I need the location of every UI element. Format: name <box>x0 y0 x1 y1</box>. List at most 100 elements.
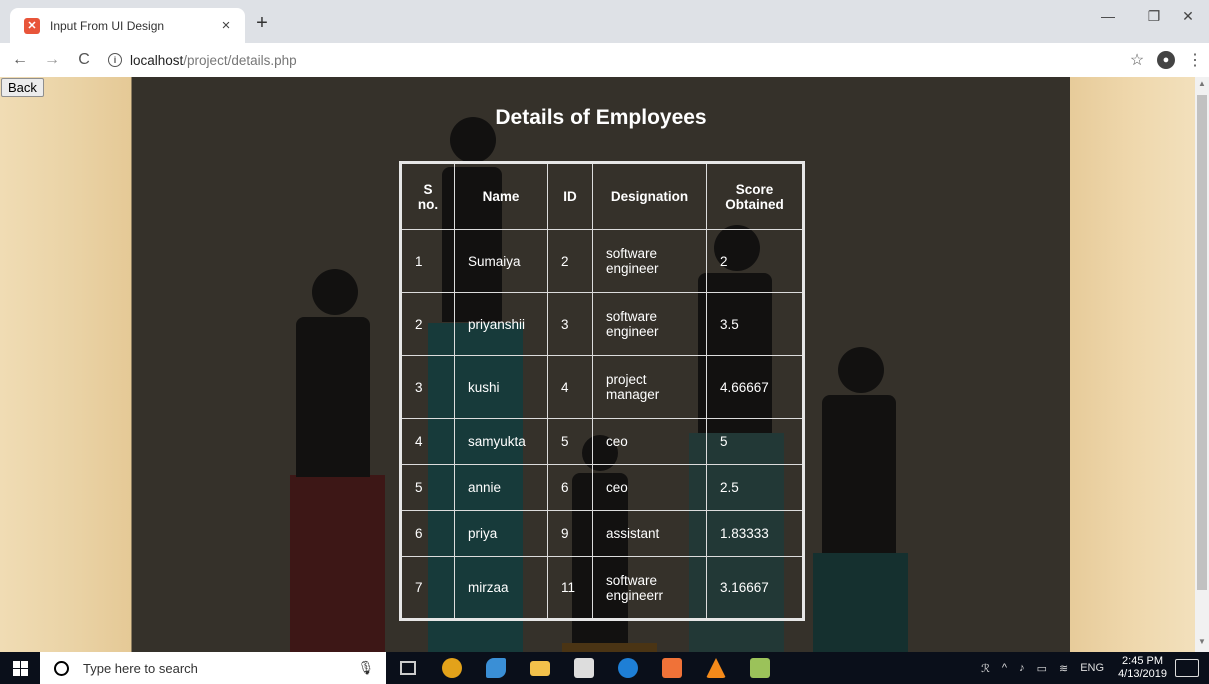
cell-designation: assistant <box>592 510 707 557</box>
cell-designation: ceo <box>592 464 707 511</box>
cell-score: 4.66667 <box>706 355 804 419</box>
volume-icon[interactable]: ♪ <box>1019 662 1025 674</box>
minimize-button[interactable]: — <box>1085 8 1131 24</box>
employees-table: S no. Name ID Designation Score Obtained… <box>399 161 805 621</box>
cell-designation: software engineerr <box>592 556 707 620</box>
edge-icon <box>618 658 638 678</box>
cell-id: 11 <box>547 556 593 620</box>
column-header-sno: S no. <box>400 162 455 230</box>
column-header-score: Score Obtained <box>706 162 804 230</box>
column-header-designation: Designation <box>592 162 707 230</box>
battery-icon[interactable]: ▭ <box>1037 662 1047 675</box>
cell-name: Sumaiya <box>454 229 548 293</box>
vlc-icon <box>706 658 726 678</box>
wifi-icon[interactable]: ≋ <box>1059 662 1068 675</box>
table-row: 2 priyanshii 3 software engineer 3.5 <box>400 292 804 356</box>
cell-id: 3 <box>547 292 593 356</box>
site-info-icon[interactable]: i <box>108 53 122 67</box>
language-indicator[interactable]: ENG <box>1080 662 1104 674</box>
cell-id: 2 <box>547 229 593 293</box>
url-host: localhost <box>130 52 184 68</box>
cell-id: 4 <box>547 355 593 419</box>
column-header-id: ID <box>547 162 593 230</box>
address-bar[interactable]: i localhost/project/details.php <box>108 47 297 73</box>
store-icon <box>574 658 594 678</box>
xampp-button[interactable] <box>650 652 694 684</box>
cell-designation: project manager <box>592 355 707 419</box>
windows-logo-icon <box>12 660 28 676</box>
cell-sno: 1 <box>400 229 455 293</box>
scroll-down-icon[interactable]: ▼ <box>1195 637 1209 646</box>
page-title: Details of Employees <box>495 106 707 129</box>
tab-close-icon[interactable]: × <box>217 17 235 34</box>
back-nav-icon[interactable]: ← <box>8 51 32 69</box>
cell-name: priyanshii <box>454 292 548 356</box>
cell-sno: 7 <box>400 556 455 620</box>
browser-menu-icon[interactable]: ⋮ <box>1181 50 1209 70</box>
action-center-icon[interactable] <box>1175 659 1199 677</box>
reload-icon[interactable]: C <box>72 51 96 69</box>
system-tray: ℛ ^ ♪ ▭ ≋ ENG 2:45 PM 4/13/2019 <box>975 652 1209 684</box>
forward-nav-icon[interactable]: → <box>40 51 64 69</box>
cell-sno: 3 <box>400 355 455 419</box>
podium-red <box>290 475 385 652</box>
task-view-icon <box>400 661 416 675</box>
cell-name: samyukta <box>454 418 548 465</box>
cell-score: 5 <box>706 418 804 465</box>
profile-avatar-icon[interactable]: ● <box>1157 51 1175 69</box>
cell-name: priya <box>454 510 548 557</box>
clock[interactable]: 2:45 PM 4/13/2019 <box>1118 655 1167 681</box>
cell-id: 9 <box>547 510 593 557</box>
microphone-icon[interactable]: 🎙 <box>357 660 374 676</box>
app-icon <box>486 658 506 678</box>
figure-body <box>296 317 370 477</box>
page-viewport: Back Details of Employees S no. Name ID … <box>0 77 1195 652</box>
cell-score: 1.83333 <box>706 510 804 557</box>
show-hidden-icons-icon[interactable]: ^ <box>1002 662 1007 674</box>
scrollbar-thumb[interactable] <box>1197 95 1207 590</box>
cell-sno: 5 <box>400 464 455 511</box>
chrome-icon <box>442 658 462 678</box>
cell-designation: ceo <box>592 418 707 465</box>
podium-gold <box>562 643 657 652</box>
people-icon[interactable]: ℛ <box>981 662 990 675</box>
cell-id: 5 <box>547 418 593 465</box>
column-header-name: Name <box>454 162 548 230</box>
cell-sno: 2 <box>400 292 455 356</box>
scroll-up-icon[interactable]: ▲ <box>1195 79 1209 88</box>
cell-score: 3.16667 <box>706 556 804 620</box>
cell-name: mirzaa <box>454 556 548 620</box>
cell-sno: 4 <box>400 418 455 465</box>
chrome-taskbar-button[interactable] <box>430 652 474 684</box>
xampp-favicon-icon: ✕ <box>24 17 40 34</box>
table-row: 7 mirzaa 11 software engineerr 3.16667 <box>400 556 804 620</box>
store-button[interactable] <box>562 652 606 684</box>
browser-tab[interactable]: ✕ Input From UI Design × <box>10 8 245 43</box>
close-window-button[interactable]: ✕ <box>1165 8 1209 25</box>
edge-button[interactable] <box>606 652 650 684</box>
cell-score: 3.5 <box>706 292 804 356</box>
cell-designation: software engineer <box>592 292 707 356</box>
clock-date: 4/13/2019 <box>1118 668 1167 680</box>
search-placeholder: Type here to search <box>83 660 198 676</box>
task-view-button[interactable] <box>386 652 430 684</box>
vlc-button[interactable] <box>694 652 738 684</box>
file-explorer-button[interactable] <box>518 652 562 684</box>
folder-icon <box>530 660 550 676</box>
cell-id: 6 <box>547 464 593 511</box>
table-row: 1 Sumaiya 2 software engineer 2 <box>400 229 804 293</box>
paint-button[interactable] <box>738 652 782 684</box>
app-taskbar-button[interactable] <box>474 652 518 684</box>
vertical-scrollbar[interactable]: ▲ ▼ <box>1195 77 1209 652</box>
cell-sno: 6 <box>400 510 455 557</box>
figure-body <box>822 395 896 553</box>
taskbar-search-box[interactable]: Type here to search 🎙 <box>40 652 386 684</box>
new-tab-button[interactable]: + <box>250 12 274 35</box>
bookmark-star-icon[interactable]: ☆ <box>1123 50 1151 70</box>
figure-head <box>312 269 358 315</box>
start-button[interactable] <box>0 652 40 684</box>
paint-icon <box>750 658 770 678</box>
back-button[interactable]: Back <box>1 78 44 97</box>
table-row: 4 samyukta 5 ceo 5 <box>400 418 804 465</box>
url-path: /project/details.php <box>183 52 297 68</box>
